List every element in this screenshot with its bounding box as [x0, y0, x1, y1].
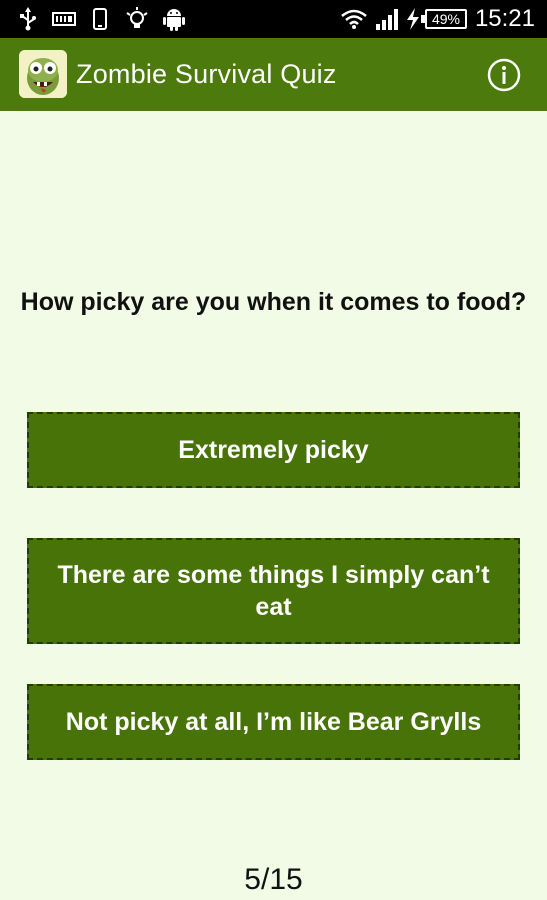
usb-icon	[18, 7, 38, 31]
sd-card-icon	[52, 7, 76, 31]
signal-icon	[374, 7, 402, 31]
app-title: Zombie Survival Quiz	[76, 59, 337, 89]
info-button[interactable]	[487, 58, 521, 92]
status-bar: 49% 15:21	[0, 0, 547, 38]
app-bar: Zombie Survival Quiz	[0, 38, 547, 111]
answer-button-1[interactable]: Extremely picky	[27, 412, 520, 488]
android-icon	[162, 7, 186, 31]
question-text: How picky are you when it comes to food?	[20, 288, 527, 316]
battery-icon: 49%	[421, 9, 467, 29]
info-icon	[487, 58, 521, 92]
charging-icon	[405, 7, 421, 31]
wifi-icon	[340, 7, 368, 31]
phone-icon	[92, 7, 108, 31]
status-time: 15:21	[474, 5, 535, 32]
question-progress: 5/15	[244, 863, 303, 896]
answer-button-3[interactable]: Not picky at all, I’m like Bear Grylls	[27, 684, 520, 760]
answer-label: There are some things I simply can’t eat	[57, 561, 490, 621]
answer-label: Extremely picky	[178, 436, 369, 464]
lightbulb-icon	[126, 7, 148, 31]
answer-label: Not picky at all, I’m like Bear Grylls	[65, 708, 482, 736]
answer-button-2[interactable]: There are some things I simply can’t eat	[27, 538, 520, 644]
zombie-logo	[19, 50, 67, 98]
